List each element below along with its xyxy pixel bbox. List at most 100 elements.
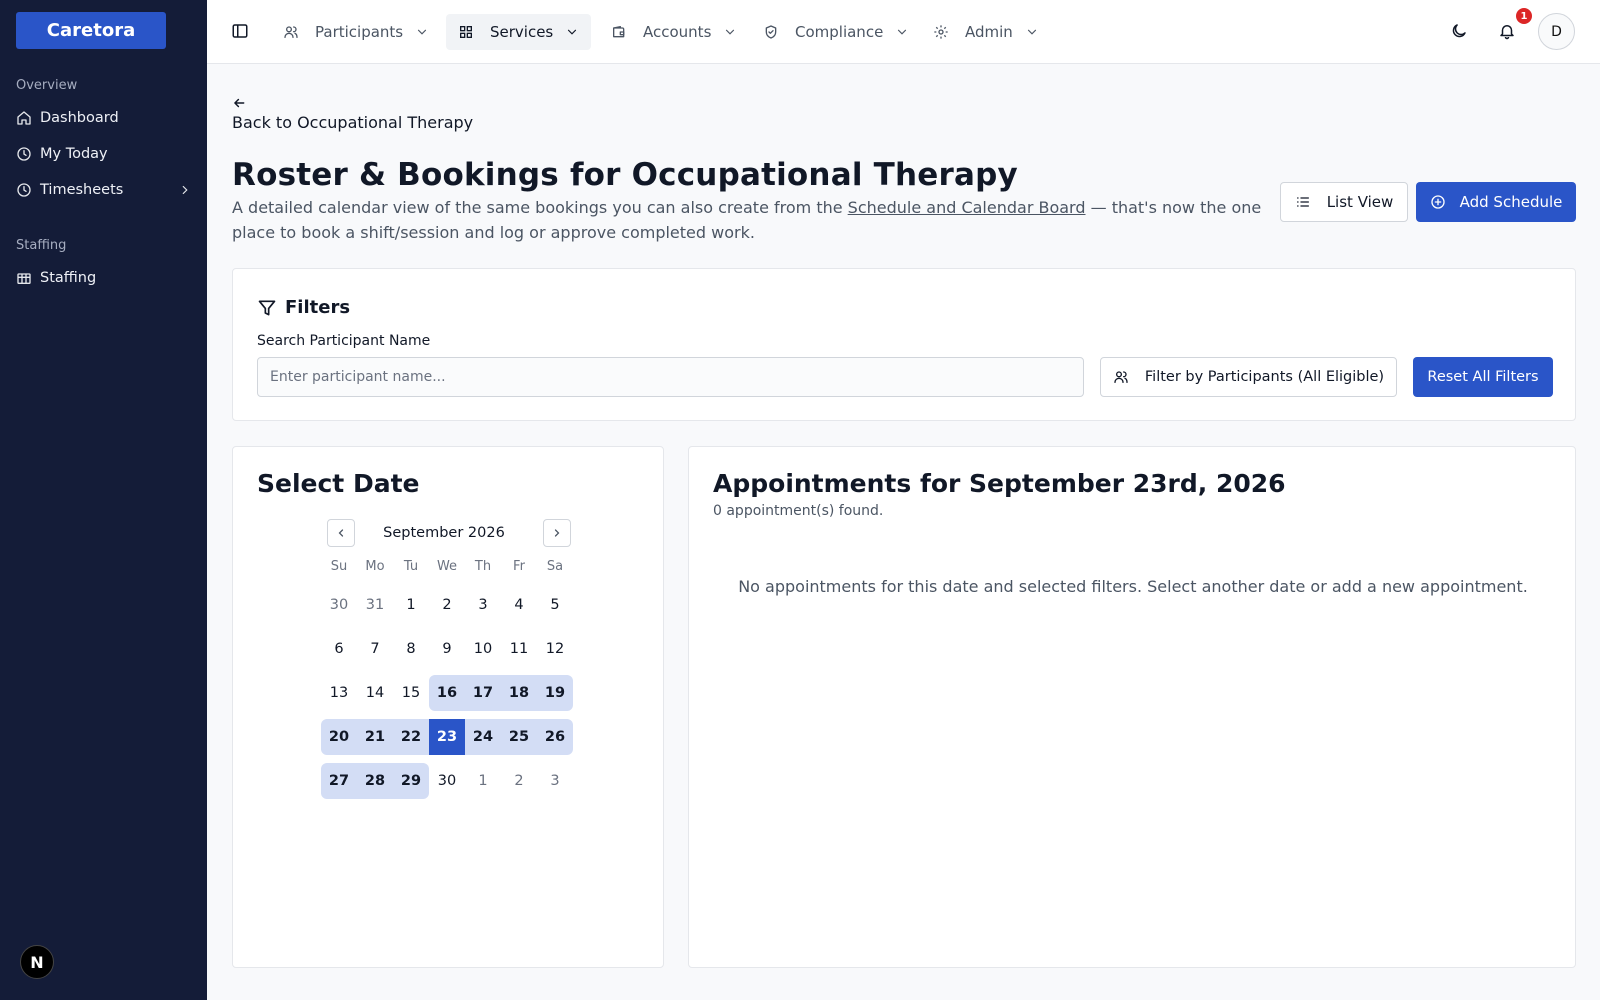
calendar-day[interactable]: 12 (537, 631, 573, 667)
calendar-day[interactable]: 31 (357, 587, 393, 623)
filters-title: Filters (285, 297, 351, 318)
wallet-icon (613, 26, 625, 38)
nav-services[interactable]: Services (446, 14, 592, 50)
calendar-day[interactable]: 29 (393, 763, 429, 799)
page-description: A detailed calendar view of the same boo… (232, 196, 1272, 245)
calendar-day[interactable]: 26 (537, 719, 573, 755)
calendar-day[interactable]: 21 (357, 719, 393, 755)
calendar-day[interactable]: 2 (429, 587, 465, 623)
calendar-day[interactable]: 16 (429, 675, 465, 711)
calendar-day[interactable]: 11 (501, 631, 537, 667)
calendar-day[interactable]: 1 (393, 587, 429, 623)
calendar-day[interactable]: 6 (321, 631, 357, 667)
calendar-day[interactable]: 28 (357, 763, 393, 799)
weekday-header: Su Mo Tu We Th Fr Sa (321, 555, 573, 579)
calendar-day[interactable]: 14 (357, 675, 393, 711)
next-month-button[interactable] (543, 519, 571, 547)
calendar-day[interactable]: 25 (501, 719, 537, 755)
sidebar-section-overview: Overview (16, 78, 78, 93)
sidebar: Caretora Overview Dashboard My Today Tim… (0, 0, 207, 1000)
calendar-week: 27 28 29 30 1 2 3 (321, 763, 573, 799)
back-link[interactable]: Back to Occupational Therapy (232, 113, 473, 132)
arrow-left-icon[interactable] (232, 96, 246, 110)
clock-icon (17, 147, 31, 161)
weekday-label: Th (474, 559, 492, 574)
nav-label: Services (490, 23, 554, 41)
weekday-label: Sa (546, 559, 564, 574)
building-icon (17, 273, 31, 284)
schedule-board-link[interactable]: Schedule and Calendar Board (848, 198, 1086, 217)
chevron-down-icon (726, 29, 735, 35)
filters-header: Filters (257, 297, 350, 318)
calendar-day[interactable]: 10 (465, 631, 501, 667)
calendar-day[interactable]: 7 (357, 631, 393, 667)
calendar-day[interactable]: 15 (393, 675, 429, 711)
calendar-day[interactable]: 1 (465, 763, 501, 799)
nav-admin[interactable]: Admin (921, 14, 1051, 50)
weekday-label: We (436, 559, 458, 574)
appointments-card: Appointments for September 23rd, 2026 0 … (688, 446, 1576, 968)
calendar-day[interactable]: 20 (321, 719, 357, 755)
nav-participants[interactable]: Participants (271, 14, 441, 50)
calendar-day[interactable]: 24 (465, 719, 501, 755)
sidebar-item-dashboard[interactable]: Dashboard (16, 104, 192, 132)
calendar-day[interactable]: 4 (501, 587, 537, 623)
calendar-day[interactable]: 9 (429, 631, 465, 667)
calendar-day-selected[interactable]: 23 (429, 719, 465, 755)
add-schedule-button[interactable]: Add Schedule (1416, 182, 1576, 222)
search-label: Search Participant Name (257, 333, 431, 349)
filter-participants-button[interactable]: Filter by Participants (All Eligible) (1100, 357, 1397, 397)
calendar-day[interactable]: 2 (501, 763, 537, 799)
clock-icon (17, 183, 31, 197)
nav-accounts[interactable]: Accounts (599, 14, 749, 50)
users-icon (1114, 371, 1128, 383)
calendar-month-label: September 2026 (383, 525, 505, 541)
users-icon (284, 26, 298, 38)
calendar-day[interactable]: 5 (537, 587, 573, 623)
calendar-day[interactable]: 30 (429, 763, 465, 799)
app-logo[interactable]: Caretora (16, 12, 166, 49)
button-label: List View (1326, 193, 1394, 211)
gear-icon (934, 25, 948, 39)
sidebar-section-staffing: Staffing (16, 238, 67, 253)
list-view-button[interactable]: List View (1280, 182, 1408, 222)
bell-icon[interactable] (1498, 22, 1516, 40)
weekday-label: Su (330, 559, 348, 574)
calendar-day[interactable]: 8 (393, 631, 429, 667)
nav-label: Accounts (643, 23, 712, 41)
sidebar-item-staffing[interactable]: Staffing (16, 264, 192, 292)
button-label: Filter by Participants (All Eligible) (1144, 369, 1385, 385)
sidebar-item-timesheets[interactable]: Timesheets (16, 176, 192, 204)
dark-mode-moon-icon[interactable] (1450, 22, 1468, 40)
avatar[interactable]: D (1538, 13, 1575, 50)
devtools-badge[interactable]: N (20, 945, 54, 979)
calendar-day[interactable]: 19 (537, 675, 573, 711)
list-icon (1296, 197, 1309, 207)
calendar-grid: Su Mo Tu We Th Fr Sa 30 31 1 2 3 4 5 6 7 8 9 10 11 12 13 14 15… (321, 555, 573, 799)
calendar-day[interactable]: 13 (321, 675, 357, 711)
participant-search-input[interactable] (257, 357, 1084, 397)
sidebar-item-label: Staffing (40, 270, 97, 286)
nav-label: Participants (315, 23, 404, 41)
shield-check-icon (765, 25, 777, 39)
sidebar-toggle-icon[interactable] (231, 22, 249, 40)
date-picker-card: Select Date September 2026 Su Mo Tu We Th Fr S… (232, 446, 664, 968)
chevron-right-icon (182, 185, 188, 195)
top-navbar: Participants Services Accounts Complianc… (207, 0, 1600, 64)
page-title: Roster & Bookings for Occupational Thera… (232, 157, 1018, 193)
calendar-day[interactable]: 3 (465, 587, 501, 623)
calendar-day[interactable]: 27 (321, 763, 357, 799)
calendar-week: 30 31 1 2 3 4 5 (321, 587, 573, 623)
reset-filters-button[interactable]: Reset All Filters (1413, 357, 1553, 397)
sidebar-item-label: My Today (40, 146, 108, 162)
nav-label: Compliance (795, 23, 884, 41)
calendar-day[interactable]: 18 (501, 675, 537, 711)
calendar-day[interactable]: 3 (537, 763, 573, 799)
home-icon (17, 111, 31, 125)
calendar-day[interactable]: 17 (465, 675, 501, 711)
calendar-day[interactable]: 22 (393, 719, 429, 755)
sidebar-item-my-today[interactable]: My Today (16, 140, 192, 168)
filters-card: Filters Search Participant Name Filter b… (232, 268, 1576, 421)
nav-compliance[interactable]: Compliance (751, 14, 921, 50)
calendar-day[interactable]: 30 (321, 587, 357, 623)
